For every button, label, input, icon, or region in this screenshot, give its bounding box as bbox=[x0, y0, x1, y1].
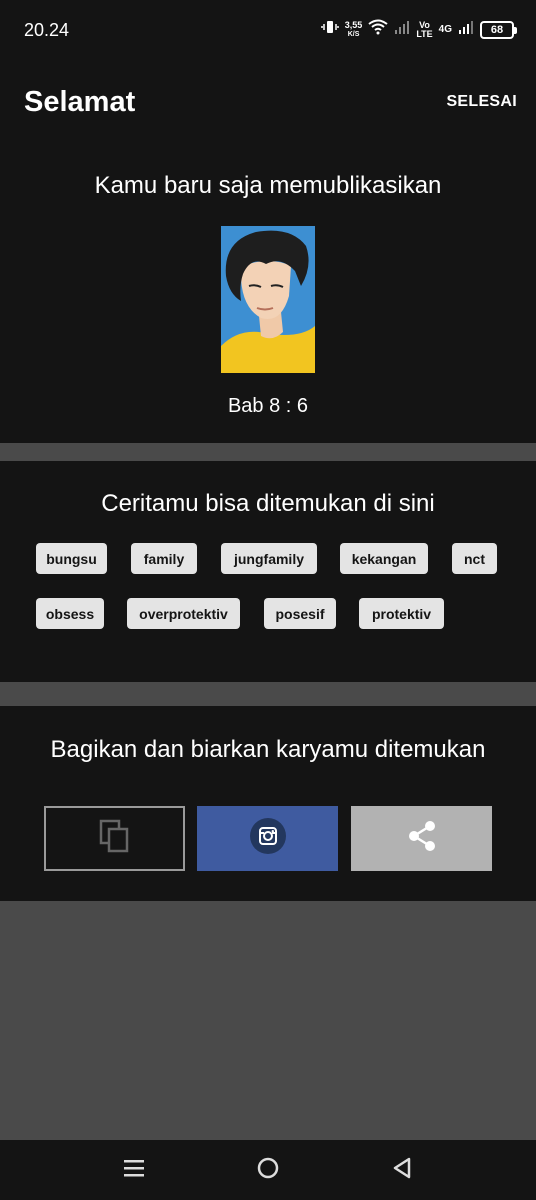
volte-indicator: Vo LTE bbox=[416, 20, 433, 39]
share-icon bbox=[407, 820, 437, 857]
share-section: Bagikan dan biarkan karyamu ditemukan bbox=[0, 706, 536, 901]
system-nav-bar bbox=[0, 1140, 536, 1200]
home-circle-icon bbox=[256, 1156, 280, 1185]
page-title: Selamat bbox=[24, 86, 136, 118]
tag-chip[interactable]: family bbox=[131, 543, 197, 574]
status-bar: 20.24 3,55 K/S Vo LTE 4G 68 bbox=[0, 0, 536, 60]
tag-chip[interactable]: bungsu bbox=[36, 543, 107, 574]
tag-chip[interactable]: overprotektiv bbox=[127, 598, 240, 629]
network-type: 4G bbox=[438, 24, 452, 35]
vibrate-icon bbox=[321, 18, 339, 41]
home-button[interactable] bbox=[253, 1155, 283, 1185]
tag-chip[interactable]: jungfamily bbox=[221, 543, 317, 574]
tag-chip[interactable]: posesif bbox=[264, 598, 336, 629]
share-button[interactable] bbox=[351, 806, 492, 871]
signal-icon bbox=[394, 20, 410, 39]
net-speed-value: 3,55 bbox=[344, 19, 363, 30]
chapter-label: Bab 8 : 6 bbox=[227, 395, 309, 417]
copy-link-button[interactable] bbox=[44, 806, 185, 871]
wifi-icon bbox=[368, 19, 388, 40]
back-triangle-icon bbox=[391, 1156, 413, 1185]
header: Selamat SELESAI bbox=[0, 60, 536, 144]
done-button[interactable]: SELESAI bbox=[446, 93, 517, 111]
story-cover-image bbox=[221, 226, 315, 373]
instagram-icon bbox=[249, 818, 286, 859]
copy-icon bbox=[99, 819, 131, 858]
net-speed-unit: K/S bbox=[347, 30, 360, 38]
back-button[interactable] bbox=[387, 1155, 417, 1185]
published-heading: Kamu baru saja memublikasikan bbox=[94, 172, 442, 199]
status-time: 20.24 bbox=[24, 20, 70, 40]
discover-section: Ceritamu bisa ditemukan di sini bungsu f… bbox=[0, 461, 536, 682]
tag-chip[interactable]: obsess bbox=[36, 598, 104, 629]
battery-level: 68 bbox=[490, 23, 504, 36]
instagram-share-button[interactable] bbox=[197, 806, 338, 871]
signal-icon-2 bbox=[458, 20, 474, 39]
menu-icon bbox=[123, 1158, 145, 1183]
recent-apps-button[interactable] bbox=[119, 1155, 149, 1185]
tag-chip[interactable]: kekangan bbox=[340, 543, 428, 574]
status-icons: 3,55 K/S Vo LTE 4G 68 bbox=[321, 18, 517, 41]
share-heading: Bagikan dan biarkan karyamu ditemukan bbox=[50, 736, 486, 763]
discover-heading: Ceritamu bisa ditemukan di sini bbox=[101, 490, 435, 517]
battery-icon: 68 bbox=[480, 20, 517, 39]
volte-bottom: LTE bbox=[416, 28, 433, 39]
tag-chip[interactable]: protektiv bbox=[359, 598, 444, 629]
net-speed: 3,55 K/S bbox=[344, 19, 363, 39]
published-section: Kamu baru saja memublikasikan Bab 8 : 6 bbox=[0, 144, 536, 443]
tag-chip[interactable]: nct bbox=[452, 543, 497, 574]
